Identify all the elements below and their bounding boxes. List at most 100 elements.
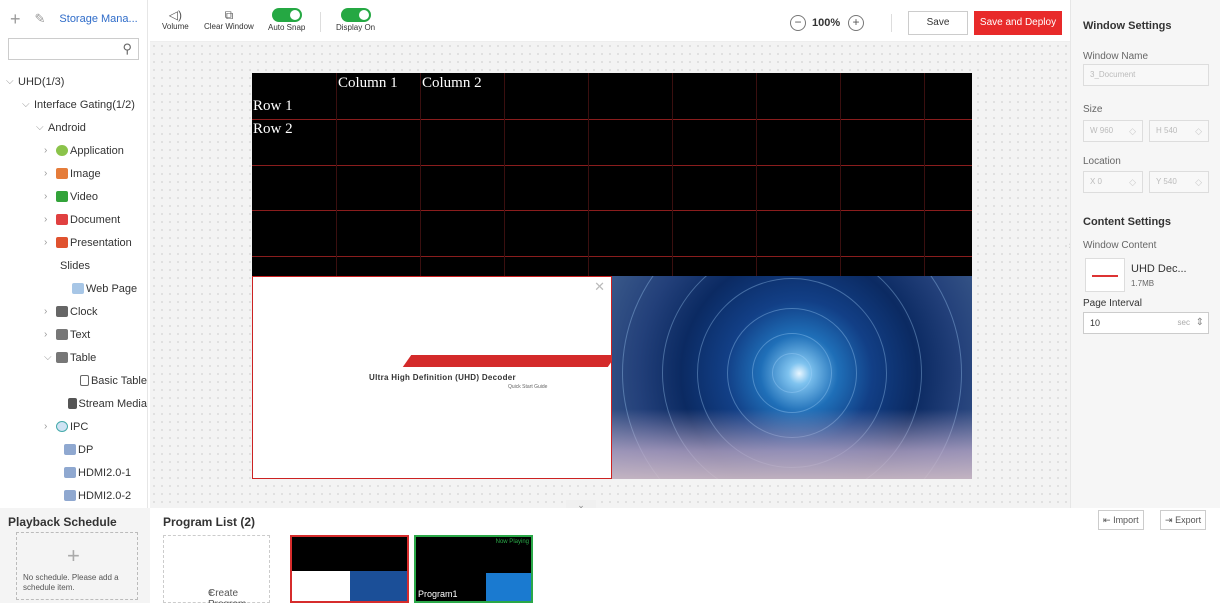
content-size: 1.7MB: [1131, 279, 1155, 288]
tree-item[interactable]: › Presentation: [0, 231, 147, 254]
display-on-toggle[interactable]: Display On: [336, 8, 375, 32]
stepper-icon[interactable]: ◇: [1195, 172, 1202, 192]
program-card[interactable]: Program2: [290, 535, 409, 603]
program-name: Program1: [418, 589, 458, 599]
tree-item-label: HDMI2.0-2: [78, 489, 132, 502]
save-button[interactable]: Save: [908, 11, 968, 35]
table-row-label: Row 1: [253, 98, 293, 114]
tree-item-label: IPC: [70, 420, 89, 433]
auto-snap-switch[interactable]: [271, 8, 302, 22]
chevron-right-icon[interactable]: ›: [44, 306, 56, 317]
create-program-button[interactable]: + Create Program: [163, 535, 270, 603]
resource-panel: + ✎ Storage Mana... ⚲ ⌵ UHD(1/3) ⌵ Interfac…: [0, 0, 148, 508]
program-thumb-image: [350, 571, 407, 601]
storage-management-link[interactable]: Storage Mana...: [59, 13, 137, 25]
export-button[interactable]: ⇥ Export: [1160, 510, 1207, 530]
zoom-out-button[interactable]: −: [790, 15, 806, 31]
tree-item[interactable]: HDMI2.0-1: [0, 461, 147, 484]
toolbar-divider: [320, 12, 321, 32]
tree-item[interactable]: ⌵ Table: [0, 346, 147, 369]
chevron-down-icon[interactable]: ⌵: [44, 352, 56, 363]
stepper-icon[interactable]: ◇: [1195, 121, 1202, 141]
tree-item[interactable]: › Clock: [0, 300, 147, 323]
tree-item[interactable]: › Video: [0, 185, 147, 208]
edit-icon[interactable]: ✎: [35, 11, 46, 27]
add-schedule-area[interactable]: + No schedule. Please add a schedule ite…: [16, 532, 138, 600]
table-header-cell: Column 1: [338, 75, 398, 91]
tree-item-label: Image: [70, 167, 101, 180]
volume-button[interactable]: ◁) Volume: [162, 8, 189, 31]
clear-window-button[interactable]: ⧉ Clear Window: [204, 8, 254, 31]
export-label: Export: [1175, 515, 1202, 525]
text-icon: [56, 329, 68, 340]
stepper-icon[interactable]: ⇕: [1196, 313, 1204, 333]
chevron-right-icon[interactable]: ›: [44, 421, 56, 432]
tree-item[interactable]: ⌵ Android: [0, 116, 147, 139]
chevron-right-icon[interactable]: ›: [44, 214, 56, 225]
chevron-right-icon[interactable]: ›: [44, 329, 56, 340]
tree-item[interactable]: › Image: [0, 162, 147, 185]
tree-item[interactable]: HDMI2.0-2: [0, 484, 147, 507]
stepper-icon[interactable]: ◇: [1129, 121, 1136, 141]
chevron-down-icon[interactable]: ⌵: [36, 122, 48, 133]
window-name-label: Window Name: [1083, 51, 1149, 62]
stepper-icon[interactable]: ◇: [1129, 172, 1136, 192]
editing-canvas[interactable]: Column 1 Column 2 Row 1 Row 2 ✕ Ultra Hi…: [150, 42, 1070, 508]
page-interval-input[interactable]: 10 sec ⇕: [1083, 312, 1209, 334]
chevron-right-icon[interactable]: ›: [44, 168, 56, 179]
tree-item[interactable]: DP: [0, 438, 147, 461]
toolbar-divider: [891, 14, 892, 32]
y-field[interactable]: Y 540 ◇: [1149, 171, 1209, 193]
content-item[interactable]: UHD Dec... 1.7MB: [1085, 258, 1205, 292]
table-col-line: [420, 73, 421, 276]
table-window[interactable]: Column 1 Column 2 Row 1 Row 2: [252, 73, 972, 276]
tree-item[interactable]: › Text: [0, 323, 147, 346]
add-icon[interactable]: +: [67, 543, 80, 569]
chevron-right-icon[interactable]: ›: [44, 145, 56, 156]
import-button[interactable]: ⇤ Import: [1098, 510, 1144, 530]
chevron-down-icon[interactable]: ⌵: [22, 99, 34, 110]
resource-search-input[interactable]: ⚲: [8, 38, 139, 60]
chevron-right-icon[interactable]: ›: [44, 237, 56, 248]
tree-item[interactable]: › IPC: [0, 415, 147, 438]
tree-item[interactable]: Stream Media: [0, 392, 147, 415]
table-row-line: [252, 119, 972, 120]
tree-item[interactable]: Basic Table: [0, 369, 147, 392]
tree-item[interactable]: › Application: [0, 139, 147, 162]
document-icon: [56, 214, 68, 225]
add-icon[interactable]: +: [10, 9, 21, 30]
now-playing-badge: Now Playing: [495, 539, 529, 545]
tree-item-label: Presentation: [70, 236, 132, 249]
playback-schedule-title: Playback Schedule: [8, 515, 117, 529]
chevron-down-icon[interactable]: ⌵: [6, 76, 18, 87]
document-logo-stripe: [402, 355, 617, 367]
height-field[interactable]: H 540 ◇: [1149, 120, 1209, 142]
x-field[interactable]: X 0 ◇: [1083, 171, 1143, 193]
window-name-field[interactable]: 3_Document: [1083, 64, 1209, 86]
resource-header: + ✎ Storage Mana...: [0, 0, 147, 38]
width-field[interactable]: W 960 ◇: [1083, 120, 1143, 142]
search-icon[interactable]: ⚲: [122, 41, 132, 57]
display-on-switch[interactable]: [340, 8, 371, 22]
program-card[interactable]: Now Playing Program1: [414, 535, 533, 603]
tree-item[interactable]: › Document: [0, 208, 147, 231]
document-window[interactable]: ✕ Ultra High Definition (UHD) Decoder Qu…: [252, 276, 617, 479]
tree-item[interactable]: ⌵ UHD(1/3): [0, 70, 147, 93]
close-icon[interactable]: ✕: [594, 279, 605, 295]
import-label: Import: [1113, 515, 1139, 525]
auto-snap-toggle[interactable]: Auto Snap: [268, 8, 305, 32]
presentation-icon: [56, 237, 68, 248]
page-interval-label: Page Interval: [1083, 298, 1142, 309]
table-col-line: [924, 73, 925, 276]
tree-item[interactable]: Web Page: [0, 277, 147, 300]
save-and-deploy-button[interactable]: Save and Deploy: [974, 11, 1062, 35]
zoom-in-button[interactable]: +: [848, 15, 864, 31]
window-settings-panel: Window Settings Window Name 3_Document S…: [1070, 0, 1220, 508]
table-col-line: [336, 73, 337, 276]
image-window[interactable]: [612, 276, 972, 479]
chevron-right-icon[interactable]: ›: [44, 191, 56, 202]
tree-item[interactable]: ⌵ Interface Gating(1/2): [0, 93, 147, 116]
table-col-line: [756, 73, 757, 276]
table-col-line: [840, 73, 841, 276]
content-name: UHD Dec...: [1131, 263, 1187, 275]
